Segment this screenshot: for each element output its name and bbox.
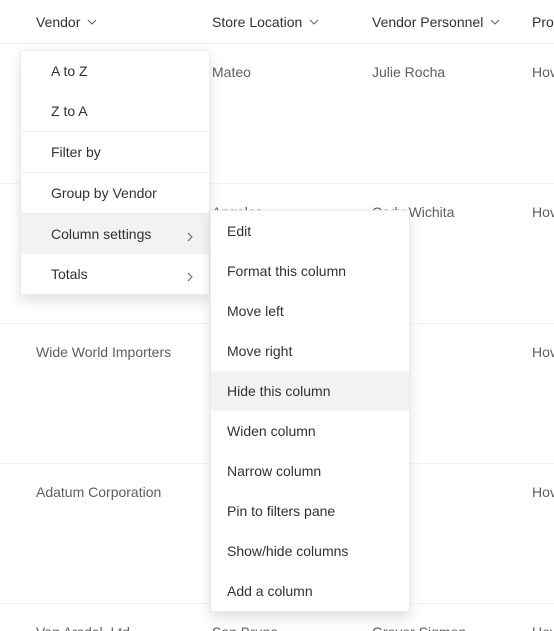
column-header-product[interactable]: Prod <box>520 14 554 30</box>
column-header-vendor-label: Vendor <box>36 14 80 30</box>
column-header-row: Vendor Store Location Vendor Personnel P… <box>0 0 554 44</box>
menu-item-label: Hide this column <box>227 383 331 399</box>
menu-item-label: Move right <box>227 343 292 359</box>
menu-item-label: Totals <box>51 266 88 282</box>
submenu-item-format-this-column[interactable]: Format this column <box>211 251 409 291</box>
menu-item-label: Move left <box>227 303 284 319</box>
cell-product: Hove <box>520 484 554 500</box>
menu-item-sort-a-to-z[interactable]: A to Z <box>21 51 209 91</box>
submenu-item-show-hide-columns[interactable]: Show/hide columns <box>211 531 409 571</box>
menu-item-label: Group by Vendor <box>51 185 157 201</box>
menu-item-filter-by[interactable]: Filter by <box>21 132 209 172</box>
chevron-right-icon <box>185 229 195 239</box>
cell-product: Hove <box>520 64 554 80</box>
column-header-store-location[interactable]: Store Location <box>200 14 360 30</box>
submenu-item-hide-this-column[interactable]: Hide this column <box>211 371 409 411</box>
menu-item-label: Filter by <box>51 144 101 160</box>
submenu-item-pin-to-filters-pane[interactable]: Pin to filters pane <box>211 491 409 531</box>
menu-item-column-settings[interactable]: Column settings <box>21 214 209 254</box>
cell-vendor: Adatum Corporation <box>0 484 200 500</box>
submenu-item-move-left[interactable]: Move left <box>211 291 409 331</box>
column-header-vendor[interactable]: Vendor <box>0 14 200 30</box>
column-header-vendor-personnel[interactable]: Vendor Personnel <box>360 14 520 30</box>
menu-item-label: Show/hide columns <box>227 543 348 559</box>
menu-item-label: Column settings <box>51 226 151 242</box>
menu-item-label: Add a column <box>227 583 313 599</box>
column-header-store-label: Store Location <box>212 14 302 30</box>
cell-store: San Bruno <box>200 624 360 631</box>
menu-item-label: Edit <box>227 223 251 239</box>
menu-item-group-by-vendor[interactable]: Group by Vendor <box>21 173 209 213</box>
menu-item-label: Format this column <box>227 263 346 279</box>
chevron-down-icon <box>86 16 98 28</box>
submenu-item-widen-column[interactable]: Widen column <box>211 411 409 451</box>
chevron-right-icon <box>185 269 195 279</box>
cell-product: Hove <box>520 624 554 631</box>
cell-product: Hove <box>520 344 554 360</box>
cell-personnel: Julie Rocha <box>360 64 520 80</box>
menu-item-label: A to Z <box>51 63 88 79</box>
menu-item-totals[interactable]: Totals <box>21 254 209 294</box>
submenu-item-edit[interactable]: Edit <box>211 211 409 251</box>
column-header-personnel-label: Vendor Personnel <box>372 14 483 30</box>
submenu-item-narrow-column[interactable]: Narrow column <box>211 451 409 491</box>
cell-vendor: Van Arsdel, Ltd. <box>0 624 200 631</box>
menu-item-label: Pin to filters pane <box>227 503 335 519</box>
menu-item-sort-z-to-a[interactable]: Z to A <box>21 91 209 131</box>
chevron-down-icon <box>489 16 501 28</box>
cell-personnel: Grover Sigmon <box>360 624 520 631</box>
column-context-menu: A to Z Z to A Filter by Group by Vendor … <box>20 50 210 295</box>
chevron-down-icon <box>308 16 320 28</box>
cell-vendor: Wide World Importers <box>0 344 200 360</box>
submenu-item-move-right[interactable]: Move right <box>211 331 409 371</box>
submenu-item-add-a-column[interactable]: Add a column <box>211 571 409 611</box>
menu-item-label: Narrow column <box>227 463 321 479</box>
cell-product: Hove <box>520 204 554 220</box>
menu-item-label: Widen column <box>227 423 316 439</box>
column-header-product-label: Prod <box>532 14 554 30</box>
menu-item-label: Z to A <box>51 103 88 119</box>
cell-store: Mateo <box>200 64 360 80</box>
column-settings-submenu: Edit Format this column Move left Move r… <box>210 210 410 612</box>
